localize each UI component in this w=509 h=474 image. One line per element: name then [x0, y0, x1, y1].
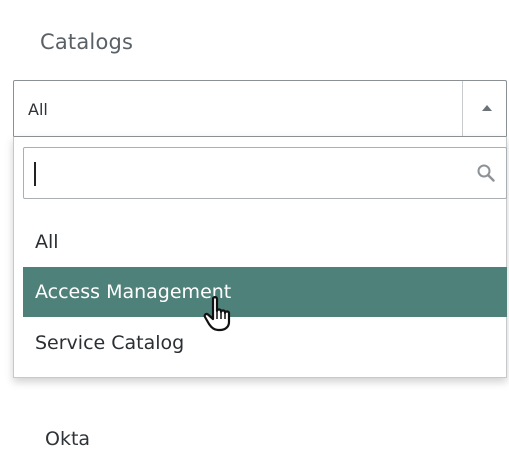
dropdown-option-all[interactable]: All: [23, 217, 507, 267]
search-icon: [477, 164, 495, 182]
dropdown-search-input[interactable]: [24, 148, 464, 198]
dropdown-option-service-catalog[interactable]: Service Catalog: [23, 318, 507, 368]
hand-pointer-icon: [203, 296, 231, 332]
catalog-select-value: All: [28, 100, 48, 119]
dropdown-search-box[interactable]: [23, 147, 507, 199]
list-item-okta[interactable]: Okta: [45, 428, 90, 450]
catalog-select-toggle[interactable]: [462, 81, 506, 137]
dropdown-option-access-management[interactable]: Access Management: [23, 267, 507, 317]
panel-title: Catalogs: [40, 30, 134, 54]
caret-up-icon: [482, 105, 492, 111]
catalog-select[interactable]: All: [13, 80, 507, 137]
text-caret: [34, 162, 36, 186]
catalog-dropdown: All Access Management Service Catalog: [13, 136, 507, 378]
catalogs-panel: Catalogs All All Access Management Servi…: [0, 0, 509, 474]
